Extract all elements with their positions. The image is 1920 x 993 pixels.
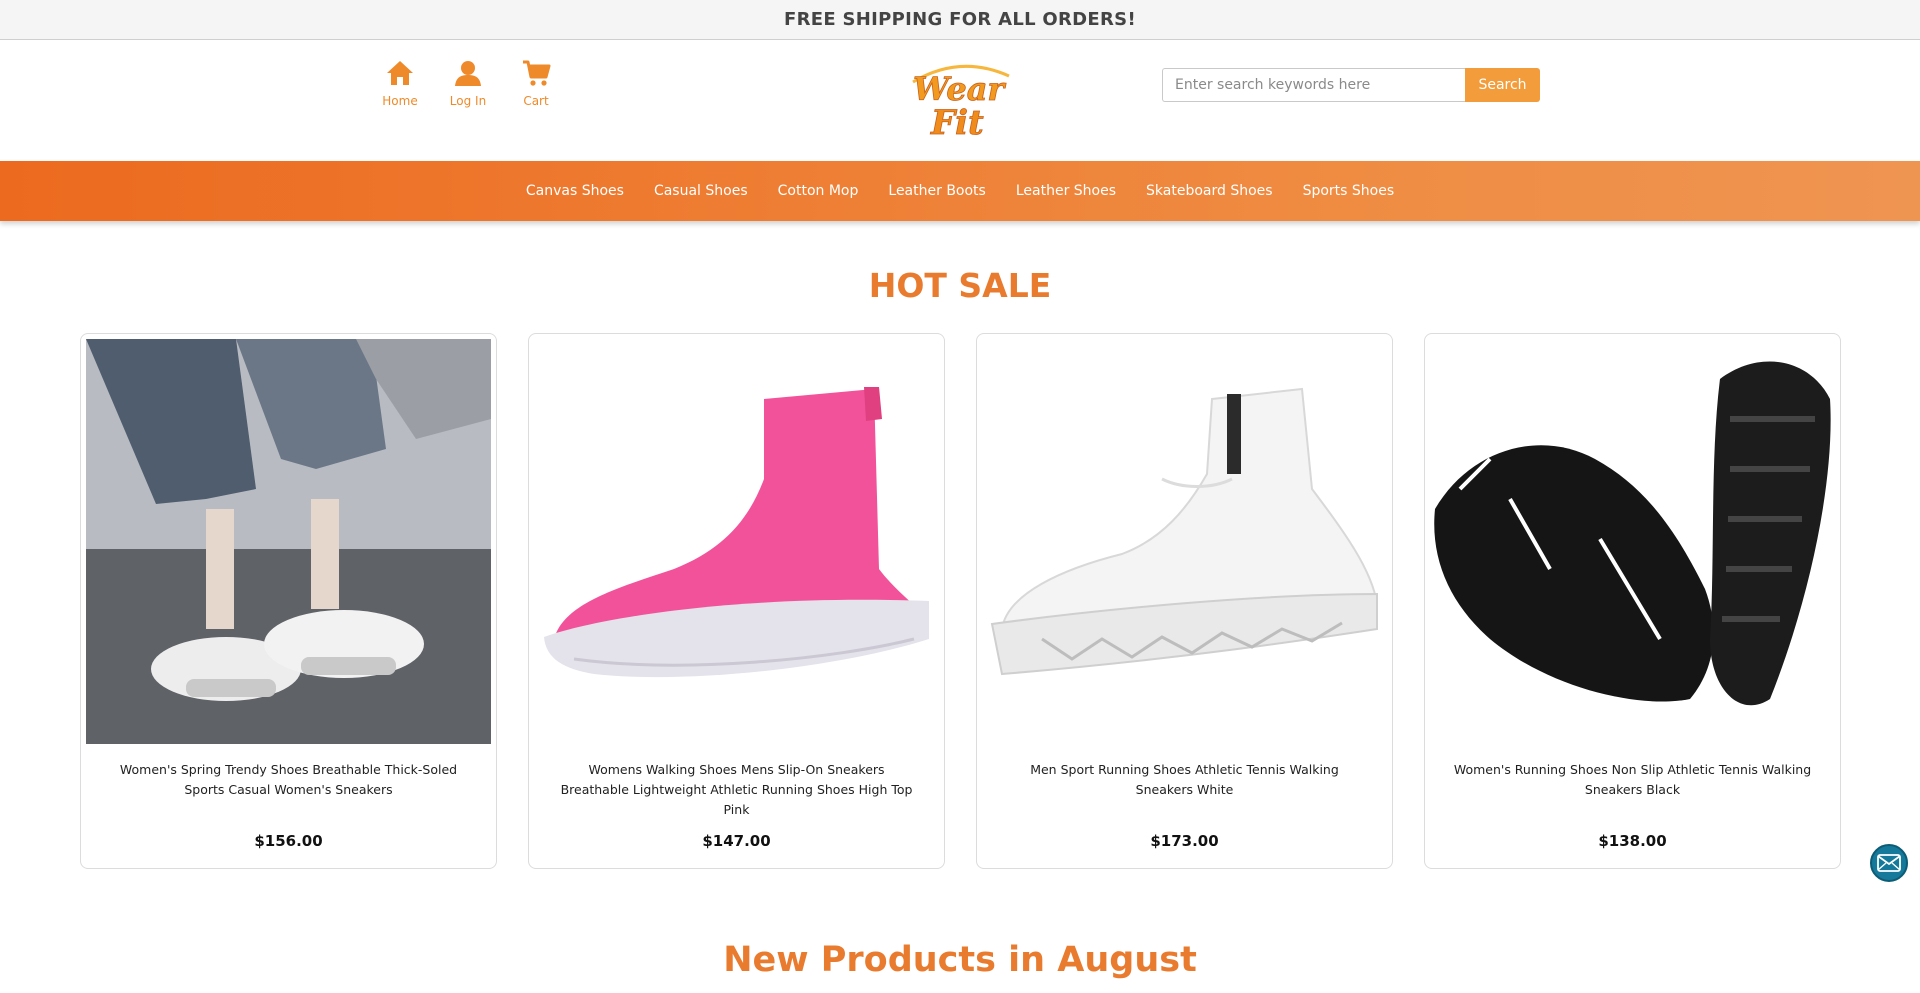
nav-leather-shoes[interactable]: Leather Shoes (1016, 183, 1116, 199)
user-icon (455, 61, 481, 86)
product-card[interactable]: Men Sport Running Shoes Athletic Tennis … (976, 333, 1393, 869)
new-products-title: New Products in August (723, 940, 1197, 980)
home-icon (387, 61, 413, 85)
site-header: Home Log In Cart Wear Fit Search (0, 40, 1920, 161)
home-link-label: Home (382, 94, 418, 108)
product-image[interactable] (982, 339, 1387, 744)
home-link[interactable]: Home (380, 58, 420, 108)
hot-sale-products: Women's Spring Trendy Shoes Breathable T… (80, 333, 1841, 869)
search-bar: Search (1162, 68, 1540, 102)
login-link[interactable]: Log In (448, 58, 488, 108)
product-image[interactable] (86, 339, 491, 744)
svg-text:Fit: Fit (930, 103, 984, 143)
cart-link-label: Cart (523, 94, 549, 108)
nav-canvas-shoes[interactable]: Canvas Shoes (526, 183, 624, 199)
product-image[interactable] (534, 339, 939, 744)
product-price: $138.00 (1598, 832, 1667, 850)
product-price: $147.00 (702, 832, 771, 850)
product-card[interactable]: Women's Running Shoes Non Slip Athletic … (1424, 333, 1841, 869)
product-name[interactable]: Womens Walking Shoes Mens Slip-On Sneake… (534, 760, 939, 817)
cart-link[interactable]: Cart (516, 58, 556, 108)
free-shipping-banner: FREE SHIPPING FOR ALL ORDERS! (0, 0, 1920, 40)
nav-sports-shoes[interactable]: Sports Shoes (1303, 183, 1395, 199)
quick-links: Home Log In Cart (380, 58, 556, 108)
search-button[interactable]: Search (1465, 68, 1540, 102)
mail-icon (1877, 854, 1901, 872)
login-link-label: Log In (449, 94, 487, 108)
product-price: $156.00 (254, 832, 323, 850)
banner-text: FREE SHIPPING FOR ALL ORDERS! (784, 9, 1136, 30)
category-nav: Canvas Shoes Casual Shoes Cotton Mop Lea… (0, 161, 1920, 221)
product-name[interactable]: Women's Spring Trendy Shoes Breathable T… (86, 760, 491, 800)
wearfit-logo[interactable]: Wear Fit (905, 58, 1015, 144)
product-card[interactable]: Womens Walking Shoes Mens Slip-On Sneake… (528, 333, 945, 869)
hot-sale-title: HOT SALE (868, 266, 1052, 305)
nav-skateboard-shoes[interactable]: Skateboard Shoes (1146, 183, 1273, 199)
nav-casual-shoes[interactable]: Casual Shoes (654, 183, 748, 199)
product-image[interactable] (1430, 339, 1835, 744)
search-input[interactable] (1162, 68, 1465, 102)
product-price: $173.00 (1150, 832, 1219, 850)
contact-mail-button[interactable] (1870, 844, 1908, 882)
nav-leather-boots[interactable]: Leather Boots (888, 183, 985, 199)
cart-icon (523, 60, 551, 86)
product-name[interactable]: Men Sport Running Shoes Athletic Tennis … (982, 760, 1387, 800)
product-name[interactable]: Women's Running Shoes Non Slip Athletic … (1430, 760, 1835, 800)
nav-cotton-mop[interactable]: Cotton Mop (778, 183, 859, 199)
product-card[interactable]: Women's Spring Trendy Shoes Breathable T… (80, 333, 497, 869)
